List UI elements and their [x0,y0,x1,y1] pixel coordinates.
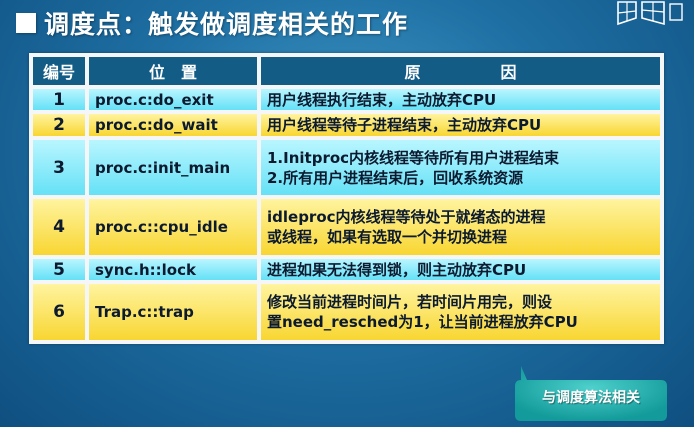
row-location: proc.c::cpu_idle [89,199,257,255]
row-number: 6 [33,284,85,340]
reason-line: 修改当前进程时间片，若时间片用完，则设 [267,293,553,312]
row-number: 2 [33,114,85,136]
table-row: 3 proc.c:init_main 1.Initproc内核线程等待所有用户进程结… [33,139,660,196]
header-number: 编号 [33,57,85,85]
row-number: 3 [33,139,85,196]
row-location: Trap.c::trap [89,284,257,340]
schedule-points-table: 编号 位 置 原 因 1 proc.c:do_exit 用户线程执行结束，主动放弃C… [29,53,664,344]
reason-line: 2.所有用户进程结束后，回收系统资源 [267,168,524,187]
row-location: sync.h::lock [89,258,257,281]
row-number: 1 [33,89,85,111]
reason-line: 置need_resched为1，让当前进程放弃CPU [267,313,578,332]
reason-line: 或线程，如果有选取一个并切换进程 [267,228,508,247]
table-row: 2 proc.c:do_wait 用户线程等待子进程结束，主动放弃CPU [33,114,660,136]
square-bullet-icon [16,13,36,33]
row-location: proc.c:init_main [89,139,257,196]
table-row: 1 proc.c:do_exit 用户线程执行结束，主动放弃CPU [33,89,660,111]
callout-bubble: 与调度算法相关 [515,366,667,421]
table-row: 6 Trap.c::trap 修改当前进程时间片，若时间片用完，则设 置need_re… [33,284,660,340]
table-header-row: 编号 位 置 原 因 [33,57,660,85]
logo-icon [617,1,683,26]
row-reason: idleproc内核线程等待处于就绪态的进程 或线程，如果有选取一个并切换进程 [261,199,660,255]
slide-title: 调度点：触发做调度相关的工作 [16,4,408,42]
reason-line: 用户线程等待子进程结束，主动放弃CPU [267,116,542,135]
row-number: 4 [33,199,85,255]
row-reason: 用户线程执行结束，主动放弃CPU [261,89,660,111]
reason-line: idleproc内核线程等待处于就绪态的进程 [267,208,546,227]
header-location: 位 置 [89,57,257,85]
reason-line: 1.Initproc内核线程等待所有用户进程结束 [267,148,560,167]
row-reason: 修改当前进程时间片，若时间片用完，则设 置need_resched为1，让当前进程… [261,284,660,340]
reason-line: 用户线程执行结束，主动放弃CPU [267,90,497,109]
row-location: proc.c:do_exit [89,89,257,111]
row-location: proc.c:do_wait [89,114,257,136]
table-row: 4 proc.c::cpu_idle idleproc内核线程等待处于就绪态的进程或… [33,199,660,255]
row-reason: 1.Initproc内核线程等待所有用户进程结束 2.所有用户进程结束后，回收系统… [261,139,660,196]
row-reason: 进程如果无法得到锁，则主动放弃CPU [261,258,660,281]
row-number: 5 [33,258,85,281]
reason-line: 进程如果无法得到锁，则主动放弃CPU [267,260,527,279]
header-reason: 原 因 [261,57,660,85]
table-row: 5 sync.h::lock 进程如果无法得到锁，则主动放弃CPU [33,258,660,281]
slide-title-text: 调度点：触发做调度相关的工作 [44,10,409,39]
callout-text: 与调度算法相关 [542,390,640,406]
row-reason: 用户线程等待子进程结束，主动放弃CPU [261,114,660,136]
